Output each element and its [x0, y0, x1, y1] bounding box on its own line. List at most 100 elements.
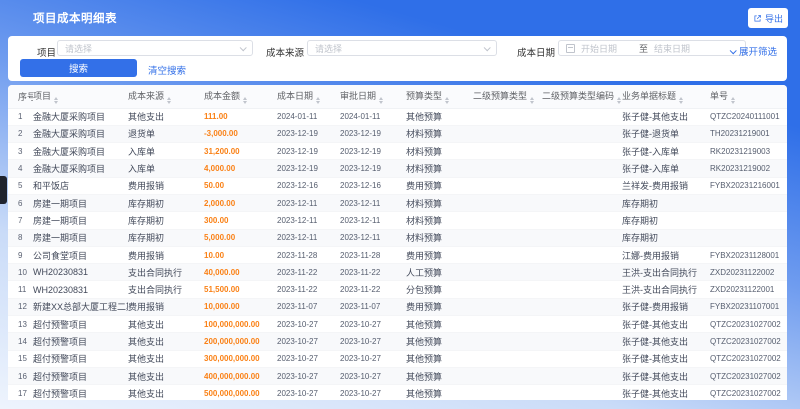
table-cell	[473, 229, 542, 247]
table-cell	[473, 350, 542, 368]
table-cell: 公司食堂项目	[33, 246, 128, 265]
table-cell: 2023-12-11	[277, 229, 340, 247]
table-cell	[542, 384, 622, 400]
column-header-7[interactable]: 预算类型	[406, 85, 473, 109]
table-cell: 张子健-其他支出	[622, 350, 710, 368]
table-row: 11 WH20230831 支出合同执行 51,500.00 2023-11-22 202…	[8, 280, 787, 299]
column-header-11[interactable]: 单号	[710, 85, 787, 109]
cost-date-range-input[interactable]: 开始日期 至 结束日期	[558, 40, 746, 56]
column-label: 预算类型	[406, 90, 443, 101]
table-cell: QTZC20240111001	[710, 108, 787, 126]
table-cell: 王洪-支出合同执行	[622, 280, 710, 299]
start-date-placeholder: 开始日期	[581, 43, 618, 54]
table-row: 1 金融大厦采购项目 其他支出 111.00 2024-01-11 2024-01-11 其…	[8, 108, 787, 126]
table-cell: 2023-11-22	[340, 263, 406, 282]
table-cell: 2023-11-22	[340, 280, 406, 299]
table-cell: 2,000.00	[204, 194, 277, 213]
table-cell	[473, 108, 542, 126]
column-header-4[interactable]: 成本金额	[204, 85, 277, 109]
column-header-5[interactable]: 成本日期	[277, 85, 340, 109]
table-cell	[473, 177, 542, 195]
table-cell: 11	[8, 280, 33, 299]
table-cell	[473, 211, 542, 230]
project-filter-label: 项目	[37, 48, 57, 59]
sort-icon[interactable]	[167, 96, 172, 104]
sort-icon[interactable]	[617, 96, 622, 104]
table-cell: 材料预算	[406, 211, 473, 230]
table-cell: 金融大厦采购项目	[33, 108, 128, 126]
table-cell	[473, 332, 542, 351]
table-cell: 10	[8, 263, 33, 282]
column-header-6[interactable]: 审批日期	[340, 85, 406, 109]
table-cell	[542, 108, 622, 126]
table-cell	[542, 246, 622, 265]
column-label: 项目	[33, 90, 52, 101]
table-cell: 2023-10-27	[340, 350, 406, 368]
search-button[interactable]: 搜索	[20, 59, 137, 77]
table-cell: 300.00	[204, 211, 277, 230]
table-cell: 分包预算	[406, 280, 473, 299]
export-button[interactable]: 导出	[748, 8, 788, 28]
table-cell: -3,000.00	[204, 125, 277, 144]
table-cell: 2023-10-27	[340, 384, 406, 400]
clear-search-link[interactable]: 清空搜索	[148, 63, 186, 77]
table-cell: 2023-10-27	[277, 350, 340, 368]
table-cell	[542, 159, 622, 178]
table-cell: 2023-11-07	[277, 298, 340, 317]
table-cell: WH20230831	[33, 263, 128, 282]
column-header-8[interactable]: 二级预算类型	[473, 85, 542, 109]
table-cell: 2023-11-07	[340, 298, 406, 317]
table-cell: 10.00	[204, 246, 277, 265]
table-cell: QTZC20231027002	[710, 332, 787, 351]
table-cell: 2023-12-19	[277, 142, 340, 161]
project-select[interactable]: 请选择	[57, 40, 253, 56]
expand-filters-link[interactable]: 展开筛选	[729, 44, 777, 58]
table-row: 5 和平饭店 费用报销 50.00 2023-12-16 2023-12-16 费用预算 兰祥…	[8, 177, 787, 195]
sort-icon[interactable]	[731, 96, 736, 104]
table-cell: 4	[8, 159, 33, 178]
column-label: 成本金额	[204, 90, 241, 101]
table-cell: QTZC20231027002	[710, 315, 787, 334]
table-row: 14 超付预警项目 其他支出 200,000,000.00 2023-10-27 2023…	[8, 332, 787, 351]
table-cell: 材料预算	[406, 142, 473, 161]
sort-icon[interactable]	[243, 96, 248, 104]
cost-source-select[interactable]: 请选择	[307, 40, 497, 56]
table-row: 12 新建XX总部大厦工程二期 费用报销 10,000.00 2023-11-07 202…	[8, 298, 787, 317]
table-cell	[542, 280, 622, 299]
table-cell: 房建一期项目	[33, 194, 128, 213]
table-row: 9 公司食堂项目 费用报销 10.00 2023-11-28 2023-11-28 费用预算…	[8, 246, 787, 265]
export-label: 导出	[764, 13, 783, 24]
chevron-down-icon	[239, 43, 247, 51]
table-cell: 张子健-退货单	[622, 125, 710, 144]
sort-icon[interactable]	[54, 96, 59, 104]
table-cell: 入库单	[128, 159, 204, 178]
column-header-1: 序号	[8, 85, 33, 109]
column-header-3[interactable]: 成本来源	[128, 85, 204, 109]
side-drawer-handle[interactable]	[0, 176, 7, 204]
expand-filters-label: 展开筛选	[738, 47, 777, 58]
table-row: 16 超付预警项目 其他支出 400,000,000.00 2023-10-27 2023…	[8, 367, 787, 386]
column-header-10[interactable]: 业务单据标题	[622, 85, 710, 109]
sort-icon[interactable]	[679, 96, 684, 104]
table-cell: RK20231219002	[710, 159, 787, 178]
column-header-2[interactable]: 项目	[33, 85, 128, 109]
table-cell: 1	[8, 108, 33, 126]
sort-icon[interactable]	[316, 96, 321, 104]
table-cell: 张子健-其他支出	[622, 384, 710, 400]
table-cell	[542, 194, 622, 213]
export-icon	[754, 14, 761, 21]
column-label: 成本来源	[128, 90, 165, 101]
table-cell: 100,000,000.00	[204, 315, 277, 334]
table-row: 3 金融大厦采购项目 入库单 31,200.00 2023-12-19 2023-12-1…	[8, 142, 787, 161]
sort-icon[interactable]	[445, 96, 450, 104]
column-header-9[interactable]: 二级预算类型编码	[542, 85, 622, 109]
table-cell: 2023-12-11	[340, 194, 406, 213]
table-cell	[473, 194, 542, 213]
sort-icon[interactable]	[530, 96, 535, 104]
table-cell: 费用预算	[406, 246, 473, 265]
table-cell: 2023-10-27	[277, 332, 340, 351]
table-cell: 和平饭店	[33, 177, 128, 195]
table-cell: 14	[8, 332, 33, 351]
sort-icon[interactable]	[379, 96, 384, 104]
table-cell	[473, 246, 542, 265]
